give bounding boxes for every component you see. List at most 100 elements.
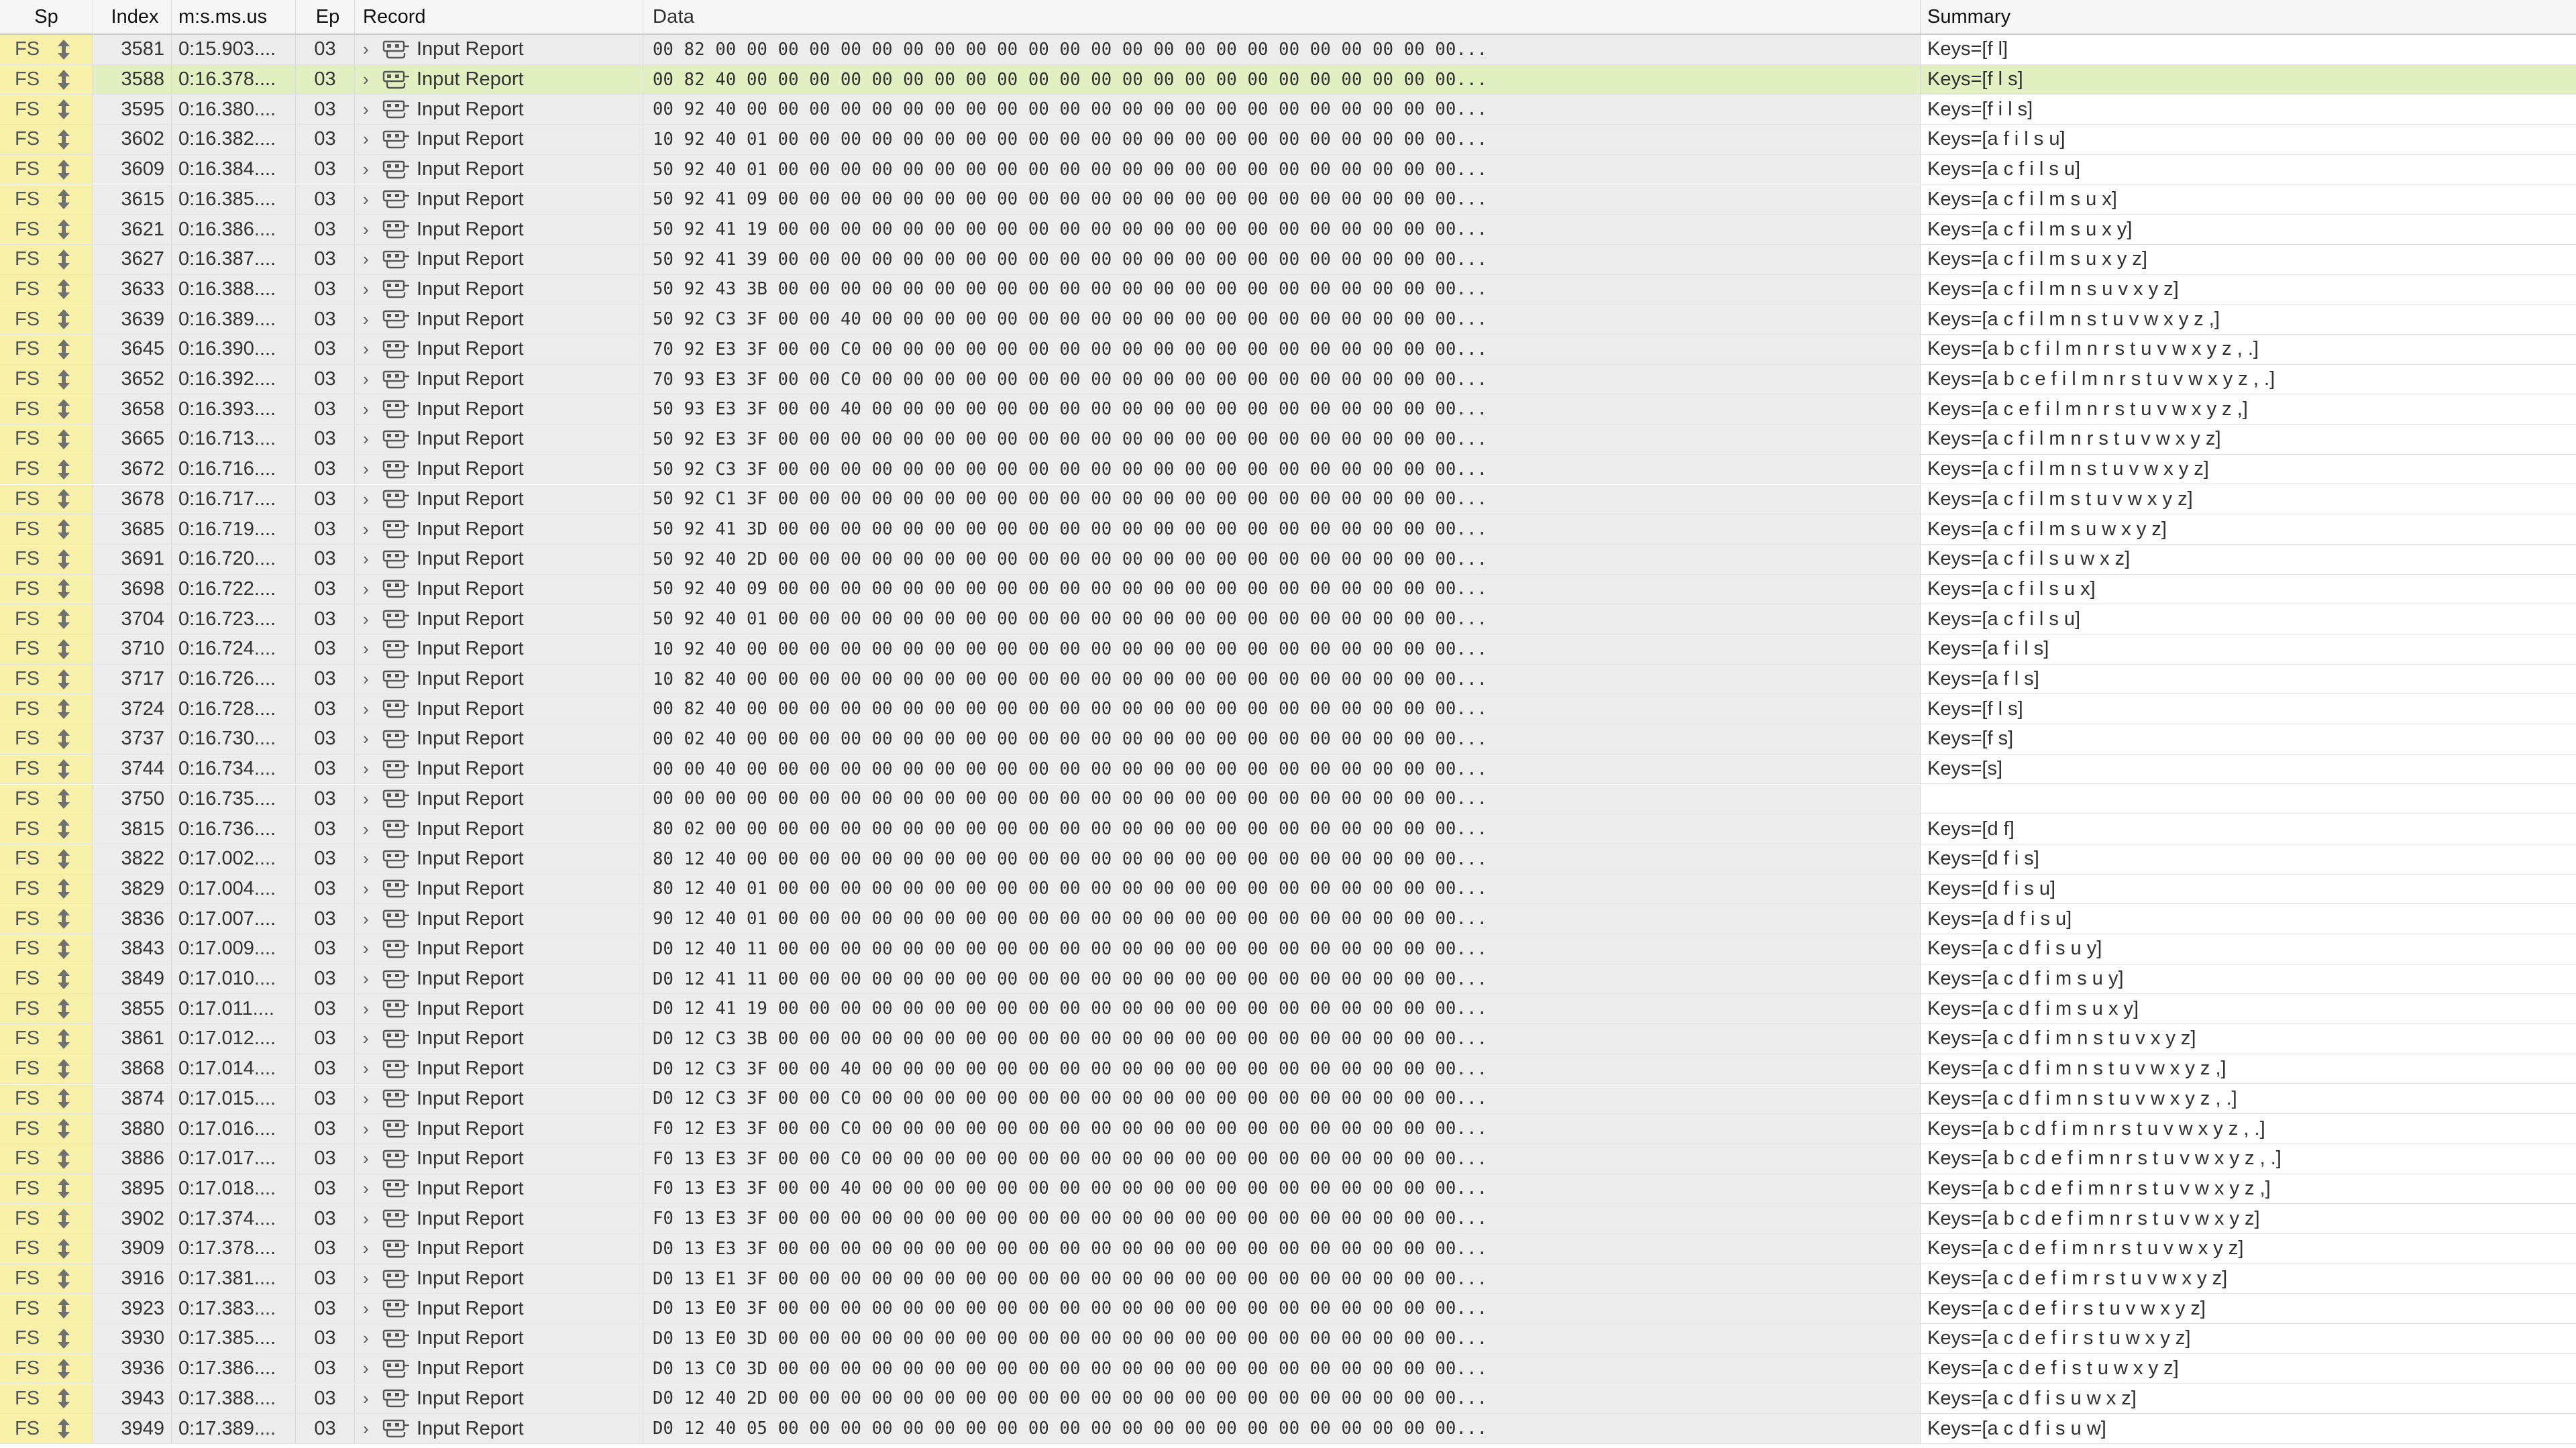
table-row[interactable]: FS 3949 0:17.389.... 03 › Input Report D0 12 4… [0,1414,2576,1444]
table-row[interactable]: FS 3595 0:16.380.... 03 › Input Report 00 92 4… [0,95,2576,125]
table-row[interactable]: FS 3943 0:17.388.... 03 › Input Report D0 12 4… [0,1384,2576,1414]
table-row[interactable]: FS 3627 0:16.387.... 03 › Input Report 50 92 4… [0,244,2576,275]
chevron-right-icon[interactable]: › [363,848,382,869]
table-row[interactable]: FS 3815 0:16.736.... 03 › Input Report 80 02 0… [0,814,2576,844]
chevron-right-icon[interactable]: › [363,1388,382,1409]
table-row[interactable]: FS 3588 0:16.378.... 03 › Input Report 00 82 4… [0,64,2576,95]
chevron-right-icon[interactable]: › [363,1358,382,1379]
table-row[interactable]: FS 3691 0:16.720.... 03 › Input Report 50 92 4… [0,544,2576,575]
chevron-right-icon[interactable]: › [363,1089,382,1109]
chevron-right-icon[interactable]: › [363,789,382,810]
chevron-right-icon[interactable]: › [363,699,382,720]
table-row[interactable]: FS 3874 0:17.015.... 03 › Input Report D0 12 C… [0,1084,2576,1115]
table-row[interactable]: FS 3633 0:16.388.... 03 › Input Report 50 92 4… [0,274,2576,305]
table-row[interactable]: FS 3930 0:17.385.... 03 › Input Report D0 13 E… [0,1324,2576,1354]
chevron-right-icon[interactable]: › [363,459,382,480]
chevron-right-icon[interactable]: › [363,909,382,930]
chevron-right-icon[interactable]: › [363,249,382,270]
table-row[interactable]: FS 3652 0:16.392.... 03 › Input Report 70 93 E… [0,364,2576,395]
chevron-right-icon[interactable]: › [363,728,382,749]
table-row[interactable]: FS 3621 0:16.386.... 03 › Input Report 50 92 4… [0,215,2576,245]
table-row[interactable]: FS 3615 0:16.385.... 03 › Input Report 50 92 4… [0,184,2576,215]
table-row[interactable]: FS 3750 0:16.735.... 03 › Input Report 00 00 0… [0,784,2576,815]
chevron-right-icon[interactable]: › [363,1209,382,1229]
column-header-record[interactable]: Record [355,0,643,34]
table-row[interactable]: FS 3665 0:16.713.... 03 › Input Report 50 92 E… [0,425,2576,455]
chevron-right-icon[interactable]: › [363,399,382,420]
column-header-data[interactable]: Data [643,0,1921,34]
table-row[interactable]: FS 3698 0:16.722.... 03 › Input Report 50 92 4… [0,574,2576,605]
chevron-right-icon[interactable]: › [363,1028,382,1049]
chevron-right-icon[interactable]: › [363,279,382,300]
table-row[interactable]: FS 3581 0:15.903.... 03 › Input Report 00 82 0… [0,35,2576,65]
chevron-right-icon[interactable]: › [363,1148,382,1169]
chevron-right-icon[interactable]: › [363,609,382,630]
column-header-sp[interactable]: Sp [0,0,93,34]
chevron-right-icon[interactable]: › [363,638,382,659]
table-row[interactable]: FS 3704 0:16.723.... 03 › Input Report 50 92 4… [0,604,2576,634]
table-row[interactable]: FS 3886 0:17.017.... 03 › Input Report F0 13 E… [0,1144,2576,1174]
chevron-right-icon[interactable]: › [363,759,382,779]
table-row[interactable]: FS 3836 0:17.007.... 03 › Input Report 90 12 4… [0,904,2576,934]
chevron-right-icon[interactable]: › [363,39,382,60]
table-row[interactable]: FS 3639 0:16.389.... 03 › Input Report 50 92 C… [0,304,2576,335]
table-row[interactable]: FS 3902 0:17.374.... 03 › Input Report F0 13 E… [0,1204,2576,1234]
chevron-right-icon[interactable]: › [363,938,382,959]
table-row[interactable]: FS 3909 0:17.378.... 03 › Input Report D0 13 E… [0,1234,2576,1264]
table-row[interactable]: FS 3868 0:17.014.... 03 › Input Report D0 12 C… [0,1054,2576,1084]
column-header-index[interactable]: Index [93,0,172,34]
chevron-right-icon[interactable]: › [363,309,382,330]
table-row[interactable]: FS 3724 0:16.728.... 03 › Input Report 00 82 4… [0,694,2576,725]
chevron-right-icon[interactable]: › [363,968,382,989]
chevron-right-icon[interactable]: › [363,219,382,240]
chevron-right-icon[interactable]: › [363,1328,382,1349]
table-row[interactable]: FS 3822 0:17.002.... 03 › Input Report 80 12 4… [0,844,2576,875]
table-row[interactable]: FS 3861 0:17.012.... 03 › Input Report D0 12 C… [0,1024,2576,1054]
table-row[interactable]: FS 3744 0:16.734.... 03 › Input Report 00 00 4… [0,754,2576,785]
chevron-right-icon[interactable]: › [363,99,382,120]
chevron-right-icon[interactable]: › [363,429,382,449]
chevron-right-icon[interactable]: › [363,1238,382,1259]
table-row[interactable]: FS 3658 0:16.393.... 03 › Input Report 50 93 E… [0,394,2576,425]
table-row[interactable]: FS 3645 0:16.390.... 03 › Input Report 70 92 E… [0,335,2576,365]
table-row[interactable]: FS 3923 0:17.383.... 03 › Input Report D0 13 E… [0,1294,2576,1325]
table-row[interactable]: FS 3685 0:16.719.... 03 › Input Report 50 92 4… [0,514,2576,545]
table-row[interactable]: FS 3602 0:16.382.... 03 › Input Report 10 92 4… [0,125,2576,155]
chevron-right-icon[interactable]: › [363,999,382,1019]
table-row[interactable]: FS 3880 0:17.016.... 03 › Input Report F0 12 E… [0,1114,2576,1144]
table-row[interactable]: FS 3609 0:16.384.... 03 › Input Report 50 92 4… [0,154,2576,185]
chevron-right-icon[interactable]: › [363,339,382,359]
column-header-summary[interactable]: Summary [1921,0,2576,34]
chevron-right-icon[interactable]: › [363,159,382,180]
chevron-right-icon[interactable]: › [363,1178,382,1199]
table-row[interactable]: FS 3678 0:16.717.... 03 › Input Report 50 92 C… [0,484,2576,515]
chevron-right-icon[interactable]: › [363,189,382,210]
table-row[interactable]: FS 3936 0:17.386.... 03 › Input Report D0 13 C… [0,1353,2576,1384]
chevron-right-icon[interactable]: › [363,1298,382,1319]
chevron-right-icon[interactable]: › [363,1268,382,1289]
chevron-right-icon[interactable]: › [363,69,382,90]
table-row[interactable]: FS 3855 0:17.011.... 03 › Input Report D0 12 4… [0,994,2576,1025]
table-row[interactable]: FS 3717 0:16.726.... 03 › Input Report 10 82 4… [0,664,2576,695]
table-row[interactable]: FS 3672 0:16.716.... 03 › Input Report 50 92 C… [0,454,2576,485]
chevron-right-icon[interactable]: › [363,819,382,840]
column-header-ep[interactable]: Ep [296,0,355,34]
table-row[interactable]: FS 3737 0:16.730.... 03 › Input Report 00 02 4… [0,724,2576,755]
chevron-right-icon[interactable]: › [363,129,382,150]
column-header-time[interactable]: m:s.ms.us [172,0,296,34]
chevron-right-icon[interactable]: › [363,489,382,510]
chevron-right-icon[interactable]: › [363,1418,382,1439]
chevron-right-icon[interactable]: › [363,669,382,689]
table-row[interactable]: FS 3843 0:17.009.... 03 › Input Report D0 12 4… [0,934,2576,964]
chevron-right-icon[interactable]: › [363,1119,382,1139]
chevron-right-icon[interactable]: › [363,1058,382,1079]
chevron-right-icon[interactable]: › [363,369,382,390]
chevron-right-icon[interactable]: › [363,549,382,569]
table-row[interactable]: FS 3829 0:17.004.... 03 › Input Report 80 12 4… [0,874,2576,905]
table-row[interactable]: FS 3849 0:17.010.... 03 › Input Report D0 12 4… [0,964,2576,995]
table-row[interactable]: FS 3710 0:16.724.... 03 › Input Report 10 92 4… [0,634,2576,665]
capture-grid[interactable]: Sp Index m:s.ms.us Ep Record Data Summar… [0,0,2576,1448]
chevron-right-icon[interactable]: › [363,579,382,600]
chevron-right-icon[interactable]: › [363,879,382,899]
table-row[interactable]: FS 3916 0:17.381.... 03 › Input Report D0 13 E… [0,1264,2576,1294]
